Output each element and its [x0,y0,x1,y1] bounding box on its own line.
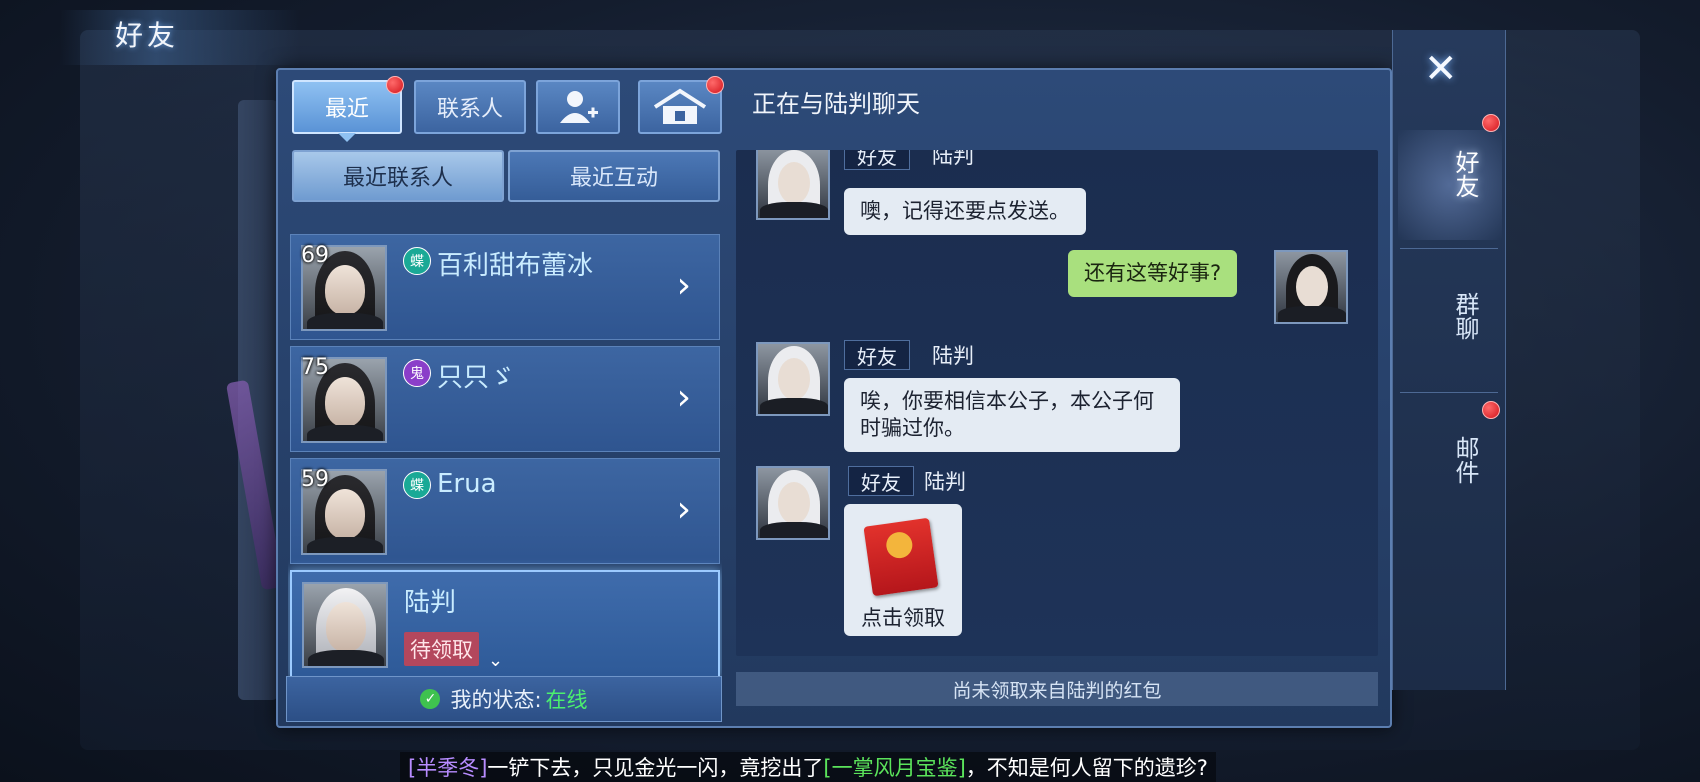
close-icon[interactable]: ✕ [1424,46,1458,92]
my-avatar[interactable] [1274,250,1348,324]
friend-avatar[interactable] [756,150,830,220]
check-icon: ✓ [420,689,441,709]
tab-home-badge [706,76,724,94]
tab-active-arrow [338,133,356,142]
tab-recent-badge [386,76,404,94]
message-bubble[interactable]: 噢，记得还要点发送。 [844,188,1086,235]
chevron-down-icon: ⌄ [488,650,504,671]
contact-list[interactable]: 69 蝶 百利甜布蕾冰 › 75 鬼 只只ゞ › 59 蝶 Erua › 陆判 … [288,204,722,676]
my-status-value: 在线 [545,688,588,712]
chat-messages[interactable]: 好友 陆判 噢，记得还要点发送。 还有这等好事? 好友 陆判 唉，你要相信本公子… [736,150,1378,656]
my-status-label: 我的状态: [450,688,542,712]
sender-name: 陆判 [932,344,974,368]
system-broadcast: [半季冬]一铲下去，只见金光一闪，竟挖出了[一掌风月宝鉴]，不知是何人留下的遗珍… [400,752,1216,782]
subtab-recent-interactions-label: 最近互动 [569,166,658,191]
contact-item[interactable]: 59 蝶 Erua › [290,458,720,564]
sender-name: 陆判 [924,470,966,494]
my-status-bar[interactable]: ✓ 我的状态: 在线 [286,676,722,722]
page-title: 好友 [115,19,180,52]
contact-level: 75 [301,355,329,380]
contact-avatar [302,582,388,668]
red-packet-claim-label: 点击领取 [861,606,945,630]
chevron-right-icon[interactable]: › [677,377,691,418]
sect-badge-icon: 蝶 [403,471,431,499]
title-banner [60,10,300,65]
contact-name: Erua [437,469,497,499]
side-tab-group-chat[interactable]: 群聊 [1420,292,1480,340]
contact-name: 百利甜布蕾冰 [437,251,594,281]
side-tab-mail[interactable]: 邮件 [1420,436,1480,484]
broadcast-text: 一铲下去，只见金光一闪，竟挖出了 [487,756,824,780]
chevron-right-icon[interactable]: › [677,265,691,306]
friend-avatar[interactable] [756,466,830,540]
contact-item-selected[interactable]: 陆判 待领取 ⌄ [290,570,720,676]
friend-tag: 好友 [848,466,914,496]
subtab-recent-contacts[interactable]: 最近联系人 [292,150,504,202]
contact-name: 陆判 [404,588,457,618]
tab-contacts-label: 联系人 [436,97,503,122]
chevron-right-icon[interactable]: › [677,489,691,530]
side-divider [1400,248,1498,249]
tab-add-friend[interactable] [536,80,620,134]
friend-tag: 好友 [844,150,910,170]
pending-status-badge: 待领取 [404,632,479,666]
chat-title: 正在与陆判聊天 [752,90,920,118]
sect-badge-icon: 鬼 [403,359,431,387]
sender-name: 陆判 [932,150,974,168]
side-divider [1400,392,1498,393]
my-message-bubble[interactable]: 还有这等好事? [1068,250,1238,297]
subtab-recent-interactions[interactable]: 最近互动 [508,150,720,202]
add-friend-icon [560,91,598,123]
tab-recent[interactable]: 最近 [292,80,402,134]
contact-name: 只只ゞ [437,363,516,393]
tab-contacts[interactable]: 联系人 [414,80,526,134]
sect-badge-icon: 蝶 [403,247,431,275]
red-envelope-icon [863,517,939,597]
unclaimed-notice: 尚未领取来自陆判的红包 [736,672,1378,706]
side-tab-friends[interactable]: 好友 [1420,150,1480,198]
tab-recent-label: 最近 [324,97,369,122]
contact-item[interactable]: 69 蝶 百利甜布蕾冰 › [290,234,720,340]
contact-item[interactable]: 75 鬼 只只ゞ › [290,346,720,452]
message-bubble[interactable]: 唉，你要相信本公子，本公子何时骗过你。 [844,378,1180,452]
contact-level: 59 [301,467,329,492]
broadcast-item-name[interactable]: [一掌风月宝鉴] [823,756,965,780]
friend-avatar[interactable] [756,342,830,416]
broadcast-player-name[interactable]: [半季冬] [408,756,487,780]
home-icon [653,88,707,124]
friend-tag: 好友 [844,340,910,370]
red-packet-message[interactable]: 点击领取 [844,504,962,636]
subtab-recent-contacts-label: 最近联系人 [342,166,453,191]
broadcast-text-end: ，不知是何人留下的遗珍? [965,756,1208,780]
contact-level: 69 [301,243,329,268]
side-mail-badge [1482,401,1500,419]
